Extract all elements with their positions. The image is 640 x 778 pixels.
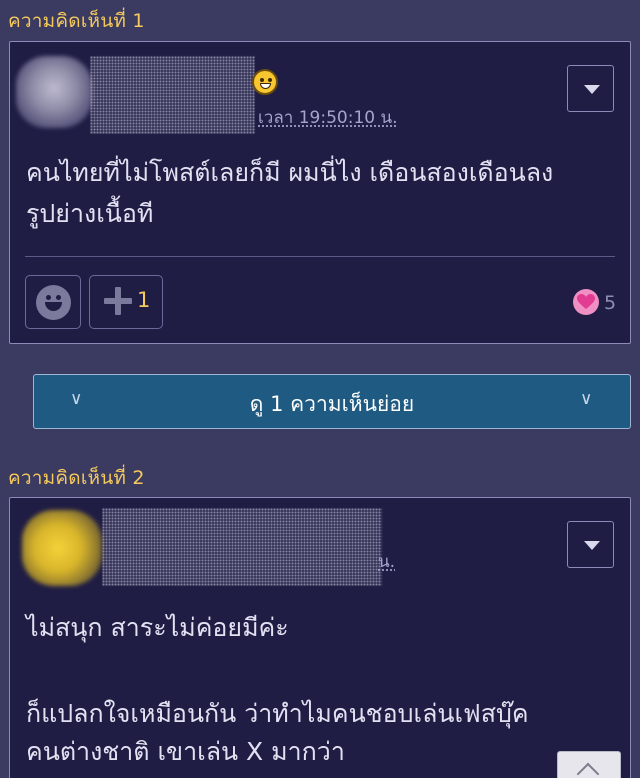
plus-count: 1 — [137, 288, 151, 312]
timestamp-link[interactable]: เวลา 19:50:10 น. — [258, 104, 398, 131]
smile-reaction-icon — [36, 285, 71, 320]
chevron-down-icon: ∨ — [580, 389, 593, 409]
username[interactable] — [102, 508, 382, 586]
laughing-emoji-icon — [252, 69, 278, 95]
chevron-down-icon — [584, 541, 600, 550]
comment-body-line: คนต่างชาติ เขาเล่น X มากว่า — [26, 737, 345, 766]
plus-icon — [104, 287, 132, 315]
comments-page: ความคิดเห็นที่ 1 เวลา 19:50:10 น. คนไทยท… — [0, 0, 640, 778]
chevron-down-icon — [584, 85, 600, 94]
plus-vote-button[interactable]: 1 — [89, 275, 163, 329]
comment-menu-button[interactable] — [567, 65, 614, 112]
like-count: 5 — [604, 292, 617, 314]
avatar[interactable] — [10, 52, 100, 132]
comment-body-line: รูปย่างเนื้อที — [26, 199, 154, 228]
comment-menu-button[interactable] — [567, 521, 614, 568]
scroll-to-top-button[interactable] — [557, 751, 621, 778]
view-subcomments-button[interactable]: ∨ ดู 1 ความเห็นย่อย ∨ — [33, 374, 631, 429]
comment-card: เวลา 19:50:10 น. คนไทยที่ไม่โพสต์เลยก็มี… — [9, 41, 631, 344]
heart-icon[interactable] — [573, 289, 599, 315]
username[interactable] — [90, 56, 255, 134]
avatar[interactable] — [18, 506, 108, 588]
comment-body: ไม่สนุก สาระไม่ค่อยมีค่ะ ก็แปลกใจเหมือนก… — [26, 609, 616, 771]
comment-body-line: คนไทยที่ไม่โพสต์เลยก็มี ผมนี่ไง เดือนสอง… — [26, 158, 554, 187]
comment-header: ความคิดเห็นที่ 1 — [8, 10, 145, 32]
chevron-up-icon — [576, 762, 600, 778]
comment-body-line: ไม่สนุก สาระไม่ค่อยมีค่ะ — [26, 613, 289, 642]
comment-body: คนไทยที่ไม่โพสต์เลยก็มี ผมนี่ไง เดือนสอง… — [26, 152, 616, 234]
divider — [25, 256, 615, 257]
comment-card: น. ไม่สนุก สาระไม่ค่อยมีค่ะ ก็แปลกใจเหมื… — [9, 497, 631, 778]
timestamp-link[interactable]: น. — [378, 548, 395, 575]
emotion-reaction-button[interactable] — [25, 275, 81, 329]
view-subcomments-label: ดู 1 ความเห็นย่อย — [249, 392, 415, 416]
comment-header: ความคิดเห็นที่ 2 — [8, 467, 145, 489]
comment-body-line: ก็แปลกใจเหมือนกัน ว่าทำไมคนชอบเล่นเฟสบุ๊… — [26, 699, 529, 728]
